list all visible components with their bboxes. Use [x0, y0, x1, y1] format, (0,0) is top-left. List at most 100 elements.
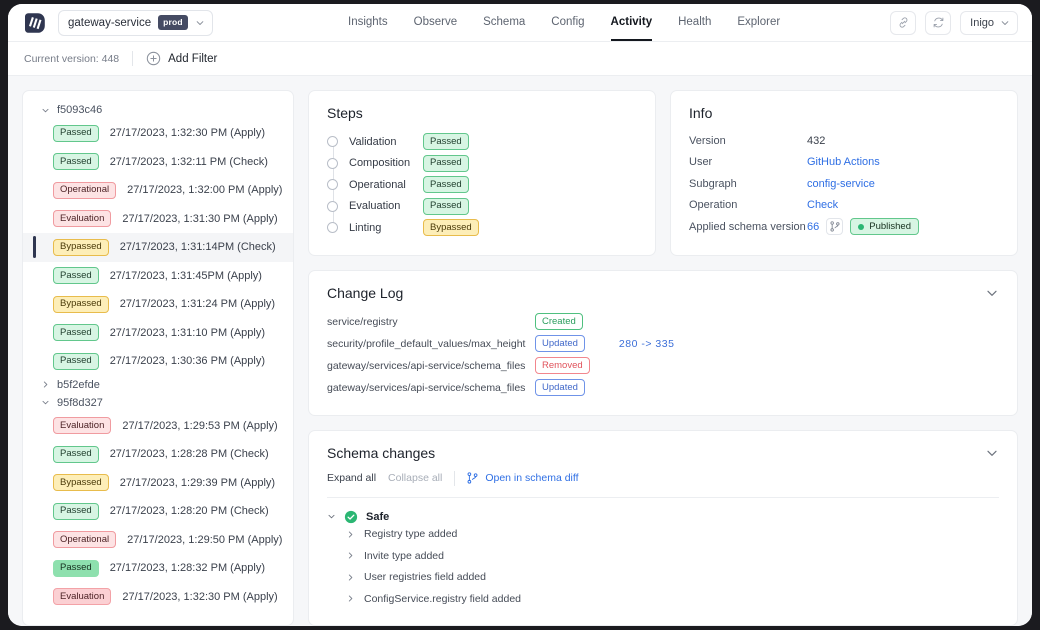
service-name: gateway-service [68, 16, 152, 29]
activity-row[interactable]: Operational 27/17/2023, 1:32:00 PM (Apply… [23, 176, 293, 205]
schema-changes-panel: Schema changes Expand all Collapse all O… [308, 429, 1018, 626]
nav-item-activity[interactable]: Activity [610, 16, 653, 41]
activity-row[interactable]: Evaluation 27/17/2023, 1:29:53 PM (Apply) [23, 412, 293, 441]
published-badge: Published [850, 218, 919, 236]
change-log-path: gateway/services/api-service/schema_file… [327, 359, 526, 372]
change-log-row[interactable]: service/registry Created [327, 311, 999, 333]
info-label-operation: Operation [689, 199, 738, 212]
nav-item-observe[interactable]: Observe [414, 16, 457, 42]
chevron-down-icon [1001, 20, 1009, 25]
info-value-user[interactable]: GitHub Actions [807, 156, 880, 168]
schema-change-item[interactable]: ConfigService.registry field added [327, 588, 999, 610]
link-button[interactable] [890, 10, 917, 35]
info-value-operation[interactable]: Check [807, 199, 838, 211]
change-log-row[interactable]: gateway/services/api-service/schema_file… [327, 377, 999, 399]
schema-change-item[interactable]: Invite type added [327, 545, 999, 567]
step-marker-icon [327, 179, 338, 191]
schema-change-item[interactable]: Registry type added [327, 524, 999, 546]
activity-row[interactable]: Passed 27/17/2023, 1:32:30 PM (Apply) [23, 119, 293, 148]
step-status-badge: Bypassed [423, 219, 479, 237]
step-row[interactable]: Composition Passed [327, 153, 637, 175]
step-label: Validation [349, 135, 397, 148]
link-icon [899, 17, 907, 28]
nav-item-health[interactable]: Health [678, 16, 711, 42]
nav-item-explorer[interactable]: Explorer [737, 16, 780, 42]
change-log-path: service/registry [327, 315, 398, 328]
activity-row[interactable]: Passed 27/17/2023, 1:28:20 PM (Check) [23, 497, 293, 526]
activity-row[interactable]: Passed 27/17/2023, 1:30:36 PM (Apply) [23, 347, 293, 376]
info-value-subgraph[interactable]: config-service [807, 178, 875, 190]
activity-group-header[interactable]: f5093c46 [23, 101, 293, 119]
activity-row[interactable]: Bypassed 27/17/2023, 1:31:14PM (Check) [23, 233, 293, 262]
branch-button[interactable] [826, 218, 844, 236]
nav-item-schema[interactable]: Schema [483, 16, 525, 42]
schema-change-item[interactable]: User registries field added [327, 567, 999, 589]
schema-group-safe[interactable]: Safe [327, 510, 999, 524]
change-type-badge: Updated [535, 379, 585, 396]
activity-group-header[interactable]: b5f2efde [23, 376, 293, 394]
activity-timestamp: 27/17/2023, 1:31:30 PM (Apply) [122, 212, 278, 225]
chevron-down-icon [328, 514, 335, 519]
activity-row[interactable]: Passed 27/17/2023, 1:28:32 PM (Apply) [23, 554, 293, 583]
collapse-all-button[interactable]: Collapse all [388, 472, 442, 484]
activity-row[interactable]: Evaluation 27/17/2023, 1:31:30 PM (Apply) [23, 205, 293, 234]
activity-row[interactable]: Bypassed 27/17/2023, 1:29:39 PM (Apply) [23, 469, 293, 498]
service-selector[interactable]: gateway-service prod [58, 9, 213, 36]
info-row-user: User GitHub Actions [689, 152, 999, 174]
status-badge: Evaluation [53, 417, 112, 435]
status-badge: Evaluation [53, 210, 112, 228]
divider [327, 496, 999, 498]
open-in-schema-diff-link[interactable]: Open in schema diff [467, 472, 579, 484]
applied-version-number[interactable]: 66 [807, 221, 819, 233]
add-filter-button[interactable]: Add Filter [146, 51, 217, 66]
activity-row[interactable]: Passed 27/17/2023, 1:31:10 PM (Apply) [23, 319, 293, 348]
activity-row[interactable]: Passed 27/17/2023, 1:28:28 PM (Check) [23, 440, 293, 469]
activity-timestamp: 27/17/2023, 1:31:45PM (Apply) [109, 269, 262, 282]
plus-circle-icon [146, 51, 161, 66]
nav-item-insights[interactable]: Insights [348, 16, 388, 42]
page-body: f5093c46 Passed 27/17/2023, 1:32:30 PM (Ap… [8, 76, 1032, 626]
info-value-applied-schema-version: 66 Published [807, 218, 919, 236]
summary-row: Steps Validation Passed Composition Passed O… [308, 90, 1018, 256]
info-row-version: Version 432 [689, 130, 999, 152]
schema-changes-toolbar: Expand all Collapse all Open in schema d… [327, 470, 999, 486]
info-label-version: Version [689, 134, 726, 147]
inigo-logo[interactable] [22, 10, 48, 36]
schema-changes-header: Schema changes [327, 445, 999, 461]
change-log-row[interactable]: security/profile_default_values/max_heig… [327, 333, 999, 355]
open-in-schema-diff-label: Open in schema diff [485, 472, 579, 484]
activity-list[interactable]: f5093c46 Passed 27/17/2023, 1:32:30 PM (Ap… [22, 90, 294, 626]
step-row[interactable]: Operational Passed [327, 174, 637, 196]
chevron-down-icon[interactable] [985, 286, 999, 300]
env-badge: prod [158, 15, 188, 30]
activity-timestamp: 27/17/2023, 1:28:20 PM (Check) [109, 505, 269, 518]
activity-timestamp: 27/17/2023, 1:28:32 PM (Apply) [109, 562, 266, 575]
step-status-badge: Passed [423, 176, 469, 194]
user-name: Inigo [970, 16, 994, 29]
steps-title: Steps [327, 105, 363, 121]
activity-group-header[interactable]: 95f8d327 [23, 394, 293, 412]
activity-row[interactable]: Evaluation 27/17/2023, 1:32:30 PM (Apply) [23, 583, 293, 612]
change-log-row[interactable]: gateway/services/api-service/schema_file… [327, 355, 999, 377]
nav-item-config[interactable]: Config [551, 16, 584, 42]
step-row[interactable]: Validation Passed [327, 131, 637, 153]
activity-row[interactable]: Passed 27/17/2023, 1:32:11 PM (Check) [23, 148, 293, 177]
step-row[interactable]: Linting Bypassed [327, 217, 637, 239]
schema-group-label: Safe [366, 510, 390, 523]
activity-timestamp: 27/17/2023, 1:31:24 PM (Apply) [119, 298, 276, 311]
chevron-down-icon[interactable] [985, 446, 999, 460]
steps-panel: Steps Validation Passed Composition Passed O… [308, 90, 656, 256]
activity-timestamp: 27/17/2023, 1:29:50 PM (Apply) [127, 533, 283, 546]
activity-row[interactable]: Operational 27/17/2023, 1:29:50 PM (Apply… [23, 526, 293, 555]
step-marker-icon [327, 222, 338, 234]
user-menu[interactable]: Inigo [960, 10, 1018, 35]
expand-all-button[interactable]: Expand all [327, 472, 376, 484]
change-type-badge: Created [535, 313, 583, 330]
activity-row[interactable]: Bypassed 27/17/2023, 1:31:24 PM (Apply) [23, 290, 293, 319]
status-badge: Passed [53, 153, 99, 171]
schema-change-label: User registries field added [364, 571, 486, 584]
activity-row[interactable]: Passed 27/17/2023, 1:31:45PM (Apply) [23, 262, 293, 291]
status-badge: Bypassed [53, 238, 109, 256]
refresh-button[interactable] [925, 10, 952, 35]
step-row[interactable]: Evaluation Passed [327, 196, 637, 218]
